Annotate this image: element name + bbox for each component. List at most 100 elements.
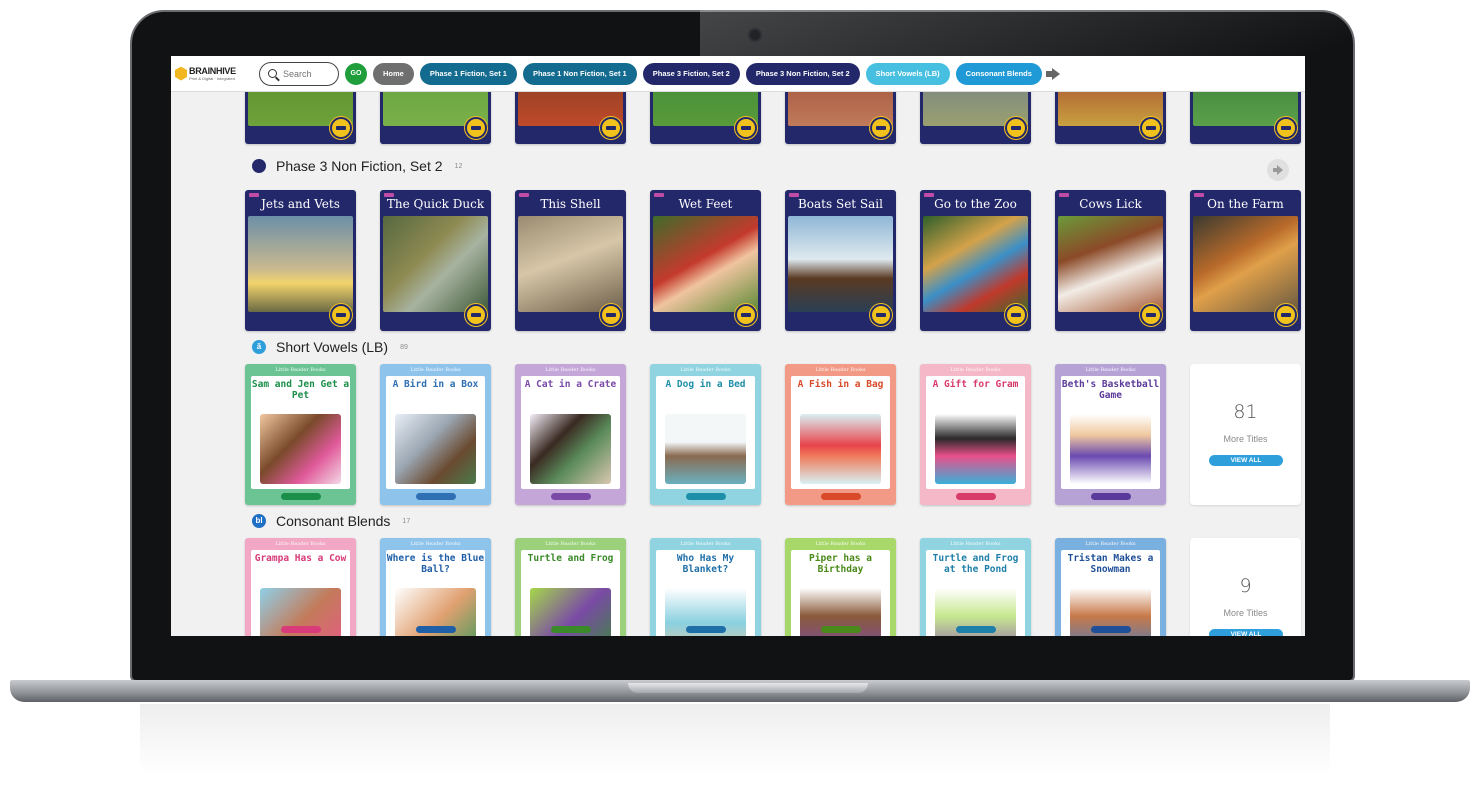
bookshelf: Phase 3 Non Fiction, Set 2 12 Jets and V… [171,56,1305,636]
book-cover[interactable]: Little Reader Books A Cat in a Crate [515,364,626,505]
book-cover[interactable]: This Shell [515,190,626,331]
book-cover[interactable]: Go to the Zoo [920,190,1031,331]
view-all-button[interactable]: VIEW ALL [1209,455,1283,466]
section-count: 89 [400,343,408,351]
series-label: Little Reader Books [1085,541,1136,547]
series-label: Little Reader Books [815,367,866,373]
search-input[interactable] [283,68,331,79]
book-cover[interactable]: Little Reader Books A Bird in a Box [380,364,491,505]
book-title: The Quick Duck [386,197,485,211]
book-cover[interactable]: The Quick Duck [380,190,491,331]
laptop-notch [628,683,868,693]
book-cover[interactable]: Little Reader Books A Gift for Gram [920,364,1031,505]
book-cover[interactable]: Little Reader Books Who Has My Blanket? [650,538,761,636]
series-label: Little Reader Books [545,541,596,547]
screen: BRAINHIVE Print & Digital · Integrated G… [171,56,1305,636]
section-title[interactable]: Phase 3 Non Fiction, Set 2 [276,158,443,174]
logo-tagline: Print & Digital · Integrated [189,75,235,81]
author-badge [1091,493,1131,500]
book-cover[interactable]: Little Reader Books Grampa Has a Cow [245,538,356,636]
section-title[interactable]: Consonant Blends [276,513,390,529]
book-cover-image [923,216,1028,312]
series-label: Little Reader Books [545,367,596,373]
book-title: Turtle and Frog [527,553,614,564]
book-cover-image [248,216,353,312]
search-box[interactable] [259,61,339,86]
section-dot-icon [252,159,266,173]
section-title[interactable]: Short Vowels (LB) [276,339,388,355]
book-cover-image [1193,216,1298,312]
series-label: Little Reader Books [275,367,326,373]
book-title: Sam and Jen Get a Pet [251,379,350,401]
series-seal-icon [600,117,622,139]
series-seal-icon [330,304,352,326]
book-title: A Dog in a Bed [665,379,746,390]
go-button[interactable]: GO [345,62,367,85]
section-header-phase3-nonfiction: Phase 3 Non Fiction, Set 2 12 [252,156,462,176]
book-cover[interactable]: Little Reader Books Turtle and Frog at th… [920,538,1031,636]
book-cover[interactable]: Little Reader Books Beth's Basketball Gam… [1055,364,1166,505]
nav-pill[interactable]: Phase 3 Non Fiction, Set 2 [745,62,860,85]
book-cover[interactable]: Little Reader Books A Fish in a Bag [785,364,896,505]
book-title: Where is the Blue Ball? [386,553,485,575]
book-cover[interactable]: Cows Lick [1055,190,1166,331]
series-seal-icon [600,304,622,326]
book-cover[interactable]: Little Reader Books Turtle and Frog [515,538,626,636]
series-label: Little Reader Books [950,541,1001,547]
series-seal-icon [735,117,757,139]
book-cover[interactable]: Wet Feet [650,190,761,331]
book-cover[interactable]: Little Reader Books A Dog in a Bed [650,364,761,505]
series-label: Little Reader Books [950,367,1001,373]
book-title: Boats Set Sail [797,197,883,211]
series-label: Little Reader Books [680,541,731,547]
nav-pill[interactable]: Short Vowels (LB) [865,62,950,85]
author-badge [281,626,321,633]
book-title: Tristan Makes a Snowman [1067,553,1154,575]
book-cover-image [1058,216,1163,312]
arrow-right-icon[interactable] [1045,67,1060,80]
logo-text: BRAINHIVE [189,65,236,76]
series-label: Little Reader Books [410,367,461,373]
book-title: A Gift for Gram [932,379,1019,390]
nav-pill[interactable]: Phase 1 Fiction, Set 1 [419,62,517,85]
author-badge [821,493,861,500]
series-seal-icon [1005,117,1027,139]
section-count: 12 [454,162,463,170]
book-title: Jets and Vets [261,197,340,211]
book-cover[interactable]: On the Farm [1190,190,1301,331]
more-titles-card[interactable]: 9 More Titles VIEW ALL [1190,538,1301,636]
search-icon [268,69,277,78]
series-seal-icon [1275,304,1297,326]
nav-pill[interactable]: Consonant Blends [955,62,1042,85]
book-cover[interactable]: Little Reader Books Tristan Makes a Snowm… [1055,538,1166,636]
section-header-consonant-blends: bl Consonant Blends 17 [252,511,410,531]
book-cover-image [788,216,893,312]
phase3-nonfiction-row: Jets and Vets The Quick Duck This Shell Wet… [245,190,1301,331]
series-label: Little Reader Books [1085,367,1136,373]
author-badge [821,626,861,633]
view-all-button[interactable]: VIEW ALL [1209,629,1283,636]
book-cover[interactable]: Boats Set Sail [785,190,896,331]
book-illustration [1070,414,1151,484]
scroll-right-icon[interactable] [1267,159,1289,181]
book-cover[interactable]: Jets and Vets [245,190,356,331]
author-badge [1091,626,1131,633]
nav-pill[interactable]: Phase 3 Fiction, Set 2 [642,62,740,85]
section-count: 17 [402,517,411,525]
book-cover[interactable]: Little Reader Books Where is the Blue Bal… [380,538,491,636]
more-titles-card[interactable]: 81 More Titles VIEW ALL [1190,364,1301,505]
nav-pill[interactable]: Home [373,62,414,85]
author-badge [416,626,456,633]
short-vowels-row: Little Reader Books Sam and Jen Get a Pet… [245,364,1301,505]
series-label: Little Reader Books [410,541,461,547]
book-cover[interactable]: Little Reader Books Piper has a Birthday [785,538,896,636]
short-vowel-icon: ă [252,340,266,354]
book-title: This Shell [540,197,601,211]
book-illustration [530,414,611,484]
book-cover[interactable]: Little Reader Books Sam and Jen Get a Pet [245,364,356,505]
brainhive-logo[interactable]: BRAINHIVE Print & Digital · Integrated [175,64,253,84]
author-badge [956,493,996,500]
nav-pill[interactable]: Phase 1 Non Fiction, Set 1 [522,62,637,85]
author-badge [551,493,591,500]
book-illustration [395,414,476,484]
